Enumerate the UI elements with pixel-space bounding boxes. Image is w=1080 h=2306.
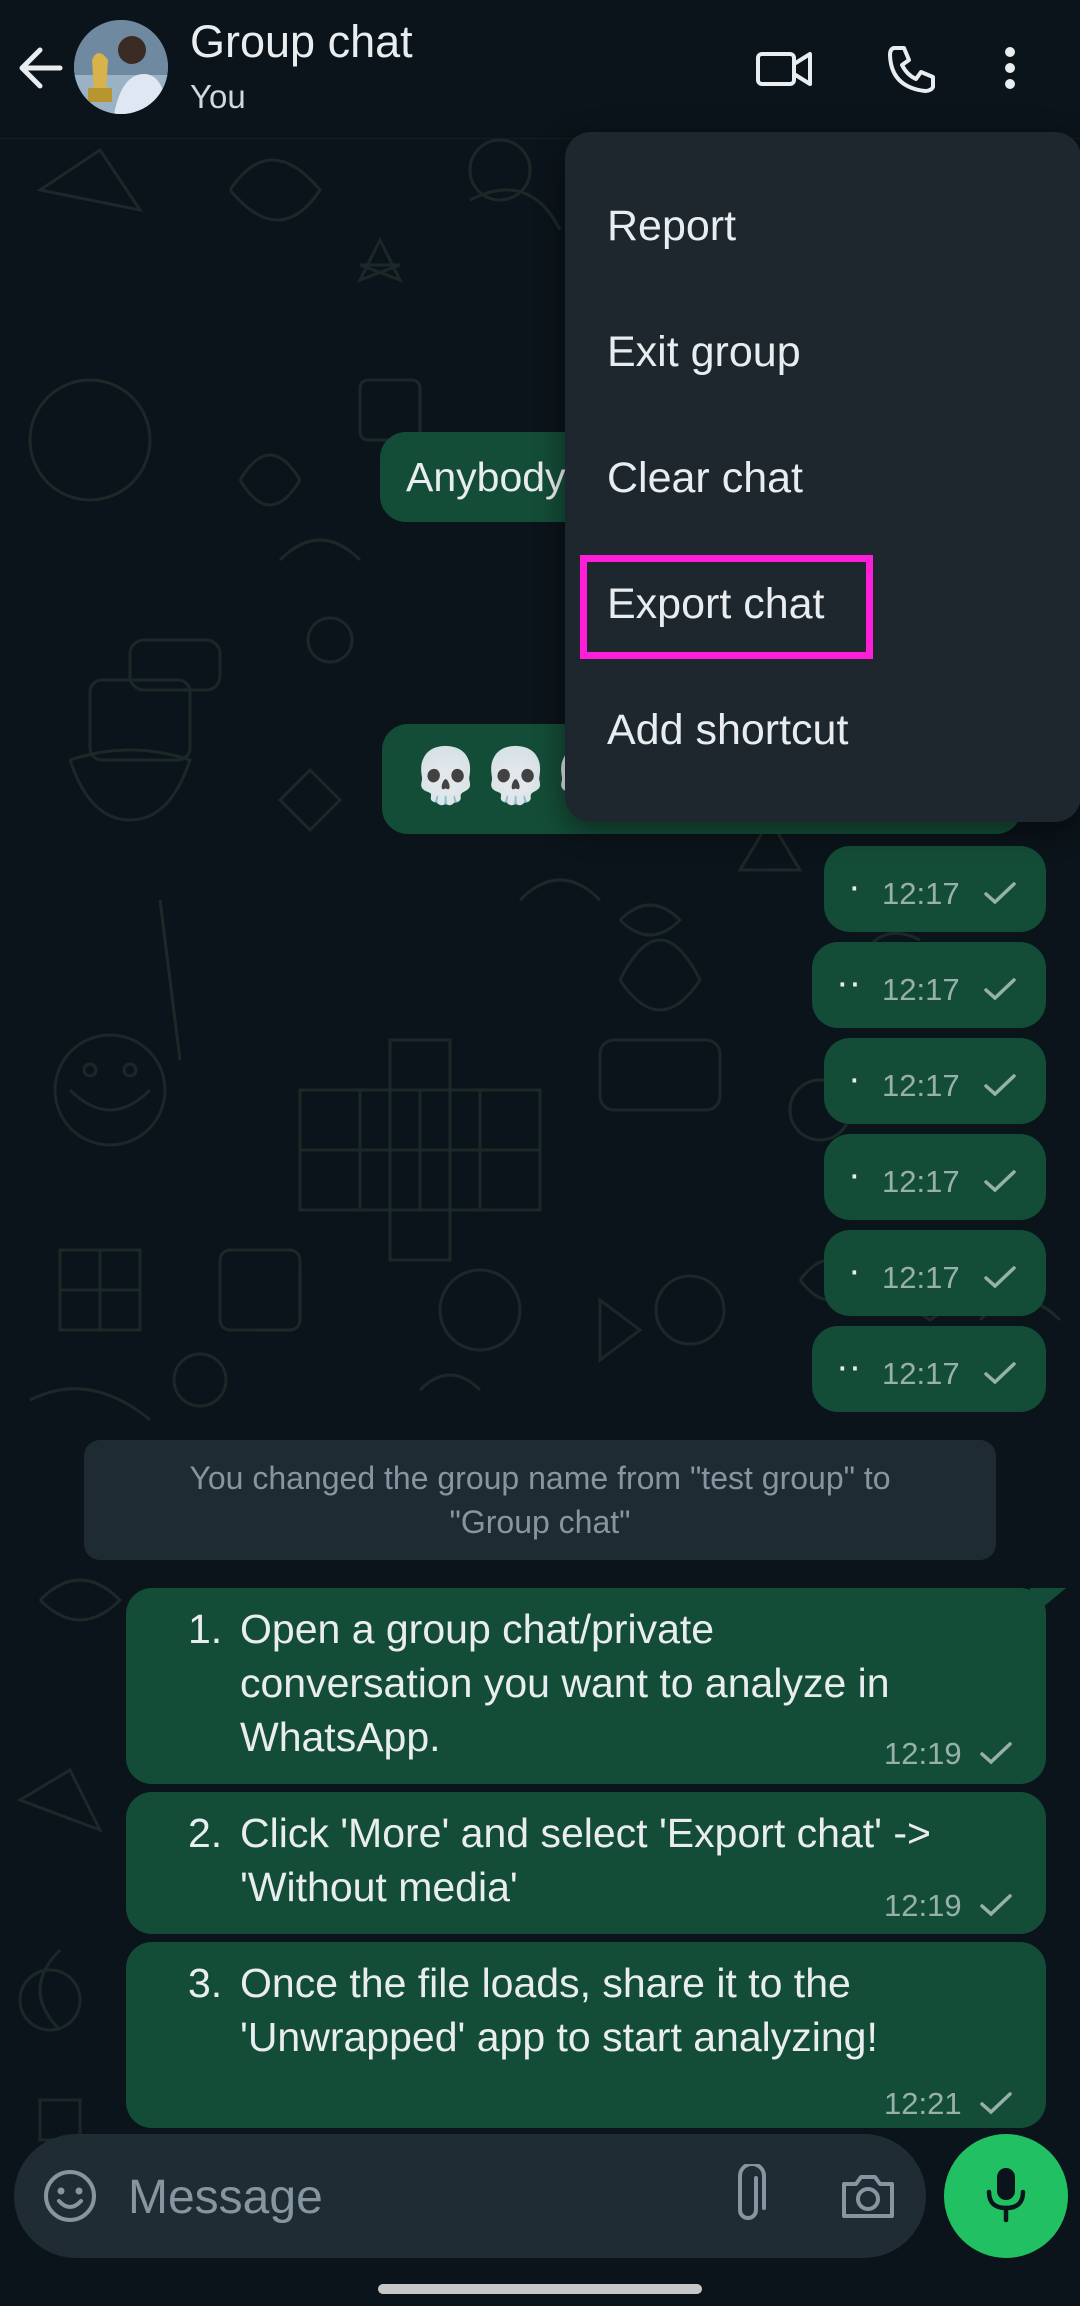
message-line: WhatsApp.: [240, 1714, 441, 1760]
message-text: ·: [848, 1058, 861, 1100]
back-arrow-icon[interactable]: [14, 40, 74, 96]
message-line: Click 'More' and select 'Export chat' ->: [240, 1810, 931, 1856]
message-text: Anybody: [406, 454, 566, 500]
menu-item-label: Clear chat: [607, 454, 803, 502]
menu-item-label: Exit group: [607, 328, 801, 376]
message-time: 12:17: [882, 1260, 960, 1295]
message-line: 'Without media': [240, 1864, 518, 1910]
message-text: ··: [836, 962, 862, 1004]
menu-item-exit-group[interactable]: Exit group: [565, 288, 1080, 414]
voice-call-icon[interactable]: [880, 38, 944, 98]
message-input[interactable]: Message: [128, 2170, 323, 2225]
message-bubble[interactable]: · 12:17: [824, 1134, 1046, 1220]
sent-check-icon: [980, 1894, 1012, 1917]
sent-check-icon: [980, 2092, 1012, 2115]
message-text: ·: [848, 866, 861, 908]
skull-emoji: 💀: [482, 746, 550, 806]
message-bubble[interactable]: 2. Click 'More' and select 'Export chat'…: [126, 1792, 1046, 1934]
chat-header: Group chat You: [0, 0, 1080, 139]
chat-subtitle[interactable]: You: [190, 78, 246, 116]
message-bubble[interactable]: · 12:17: [824, 846, 1046, 932]
sent-check-icon: [984, 1074, 1016, 1097]
message-time: 12:17: [882, 876, 960, 911]
bubble-tail: [1030, 1588, 1066, 1618]
message-time: 12:17: [882, 1356, 960, 1391]
message-line: 'Unwrapped' app to start analyzing!: [240, 2014, 878, 2060]
overflow-menu: Report Exit group Clear chat Export chat…: [565, 132, 1080, 822]
sent-check-icon: [984, 1170, 1016, 1193]
message-line: Open a group chat/private: [240, 1606, 715, 1652]
emoji-icon[interactable]: [40, 2166, 100, 2231]
message-time: 12:17: [882, 1164, 960, 1199]
message-text: ··: [836, 1346, 862, 1388]
sent-check-icon: [980, 1742, 1012, 1765]
message-line: Once the file loads, share it to the: [240, 1960, 851, 2006]
avatar[interactable]: [74, 20, 168, 114]
menu-item-label: Report: [607, 202, 737, 250]
message-time: 12:21: [884, 2086, 962, 2121]
message-text: ·: [848, 1250, 861, 1292]
video-call-icon[interactable]: [752, 38, 816, 98]
message-bubble[interactable]: · 12:17: [824, 1038, 1046, 1124]
message-bubble[interactable]: 1. Open a group chat/private conversatio…: [126, 1588, 1046, 1784]
list-number: 3.: [188, 1960, 223, 2006]
message-time: 12:17: [882, 1068, 960, 1103]
menu-item-add-shortcut[interactable]: Add shortcut: [565, 666, 1080, 792]
list-number: 1.: [188, 1606, 223, 1652]
message-time: 12:17: [882, 972, 960, 1007]
camera-icon[interactable]: [836, 2166, 900, 2231]
sent-check-icon: [984, 978, 1016, 1001]
more-options-icon[interactable]: [990, 38, 1030, 98]
message-time: 12:19: [884, 1736, 962, 1771]
list-number: 2.: [188, 1810, 223, 1856]
skull-emoji: 💀: [412, 746, 480, 806]
home-gesture-pill[interactable]: [378, 2284, 702, 2294]
message-bubble[interactable]: ·· 12:17: [812, 942, 1046, 1028]
system-message-line: "Group chat": [449, 1504, 631, 1540]
message-bubble[interactable]: ·· 12:17: [812, 1326, 1046, 1412]
sent-check-icon: [984, 1362, 1016, 1385]
menu-item-report[interactable]: Report: [565, 162, 1080, 288]
menu-item-label: Add shortcut: [607, 706, 849, 754]
chat-title[interactable]: Group chat: [190, 16, 413, 68]
highlight-box: [580, 555, 873, 659]
voice-message-button[interactable]: [944, 2134, 1068, 2258]
message-bubble[interactable]: 3. Once the file loads, share it to the …: [126, 1942, 1046, 2128]
message-line: conversation you want to analyze in: [240, 1660, 890, 1706]
system-message: You changed the group name from "test gr…: [84, 1440, 996, 1560]
message-time: 12:19: [884, 1888, 962, 1923]
attach-icon[interactable]: [722, 2162, 778, 2233]
message-text: ·: [848, 1154, 861, 1196]
sent-check-icon: [984, 1266, 1016, 1289]
system-message-line: You changed the group name from "test gr…: [189, 1460, 891, 1496]
menu-item-clear-chat[interactable]: Clear chat: [565, 414, 1080, 540]
microphone-icon: [986, 2168, 1026, 2223]
sent-check-icon: [984, 882, 1016, 905]
message-bubble[interactable]: · 12:17: [824, 1230, 1046, 1316]
